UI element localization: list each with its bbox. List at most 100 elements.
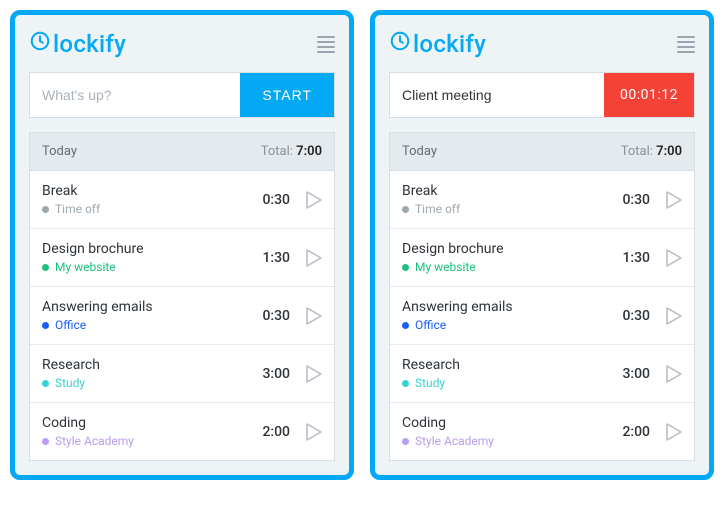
top-bar: lockify (389, 30, 695, 58)
entry-project: Office (402, 318, 622, 332)
project-name: Style Academy (55, 434, 134, 448)
entry-title: Answering emails (402, 299, 622, 315)
project-color-dot-icon (402, 438, 409, 445)
entry-project: Time off (402, 202, 622, 216)
entry-main: Coding Style Academy (42, 415, 262, 448)
entry-title: Break (402, 183, 622, 199)
entries-list: Break Time off 0:30 Design brochure My websi… (389, 170, 695, 461)
entry-main: Answering emails Office (42, 299, 262, 332)
app-logo: lockify (389, 30, 486, 58)
project-name: Study (55, 376, 85, 390)
play-icon[interactable] (666, 365, 682, 383)
project-name: Study (415, 376, 445, 390)
project-color-dot-icon (42, 380, 49, 387)
entry-main: Break Time off (42, 183, 262, 216)
day-label: Today (42, 144, 77, 159)
entry-row[interactable]: Coding Style Academy 2:00 (30, 402, 334, 460)
entry-main: Design brochure My website (402, 241, 622, 274)
entry-project: Time off (42, 202, 262, 216)
project-name: My website (415, 260, 476, 274)
running-timer[interactable]: 00:01:12 (604, 73, 694, 117)
entry-project: My website (42, 260, 262, 274)
project-color-dot-icon (42, 264, 49, 271)
entry-title: Design brochure (402, 241, 622, 257)
tracker-input-row: 00:01:12 (389, 72, 695, 118)
app-panel: lockify 00:01:12 Today Total: 7:00 Break Time… (370, 10, 714, 480)
app-logo: lockify (29, 30, 126, 58)
project-color-dot-icon (42, 206, 49, 213)
menu-icon[interactable] (317, 36, 335, 53)
entry-duration: 1:30 (622, 250, 650, 266)
entry-row[interactable]: Design brochure My website1:30 (30, 228, 334, 286)
entry-duration: 0:30 (622, 192, 650, 208)
total-value: 7:00 (296, 144, 322, 159)
entry-duration: 0:30 (262, 192, 290, 208)
entry-row[interactable]: Research Study 3:00 (30, 344, 334, 402)
entry-title: Coding (42, 415, 262, 431)
entry-project: Style Academy (402, 434, 622, 448)
clock-icon (29, 30, 51, 58)
entry-title: Design brochure (42, 241, 262, 257)
entry-project: Study (402, 376, 622, 390)
entry-duration: 3:00 (262, 366, 290, 382)
task-input[interactable] (30, 73, 240, 117)
brand-text: lockify (413, 30, 486, 58)
entry-project: Style Academy (42, 434, 262, 448)
project-color-dot-icon (402, 206, 409, 213)
brand-text: lockify (53, 30, 126, 58)
entry-row[interactable]: Answering emails Office 0:30 (390, 286, 694, 344)
entry-main: Research Study (42, 357, 262, 390)
top-bar: lockify (29, 30, 335, 58)
start-button[interactable]: START (240, 73, 334, 117)
entry-row[interactable]: Answering emailsOffice0:30 (30, 286, 334, 344)
entry-project: My website (402, 260, 622, 274)
entry-duration: 0:30 (622, 308, 650, 324)
day-label: Today (402, 144, 437, 159)
entry-row[interactable]: Coding Style Academy 2:00 (390, 402, 694, 460)
project-name: Office (415, 318, 446, 332)
play-icon[interactable] (306, 249, 322, 267)
entry-row[interactable]: Design brochure My website 1:30 (390, 228, 694, 286)
day-total: Total: 7:00 (261, 144, 322, 159)
entries-list: Break Time off 0:30 Design brochure My websi… (29, 170, 335, 461)
entry-main: Research Study (402, 357, 622, 390)
entry-title: Research (402, 357, 622, 373)
entry-title: Answering emails (42, 299, 262, 315)
project-name: Time off (415, 202, 460, 216)
entry-title: Break (42, 183, 262, 199)
entry-duration: 2:00 (622, 424, 650, 440)
project-color-dot-icon (402, 264, 409, 271)
entry-main: Break Time off (402, 183, 622, 216)
entry-row[interactable]: Research Study 3:00 (390, 344, 694, 402)
play-icon[interactable] (666, 423, 682, 441)
play-icon[interactable] (666, 249, 682, 267)
entry-duration: 1:30 (262, 250, 290, 266)
entry-duration: 3:00 (622, 366, 650, 382)
play-icon[interactable] (666, 307, 682, 325)
entry-row[interactable]: Break Time off 0:30 (390, 170, 694, 228)
entry-project: Office (42, 318, 262, 332)
task-input[interactable] (390, 73, 604, 117)
project-name: Time off (55, 202, 100, 216)
entry-title: Research (42, 357, 262, 373)
play-icon[interactable] (666, 191, 682, 209)
day-total: Total: 7:00 (621, 144, 682, 159)
day-header: Today Total: 7:00 (29, 132, 335, 170)
total-label: Total: (621, 144, 653, 159)
play-icon[interactable] (306, 191, 322, 209)
play-icon[interactable] (306, 365, 322, 383)
project-name: Style Academy (415, 434, 494, 448)
entry-main: Design brochure My website (42, 241, 262, 274)
play-icon[interactable] (306, 307, 322, 325)
menu-icon[interactable] (677, 36, 695, 53)
entry-row[interactable]: Break Time off 0:30 (30, 170, 334, 228)
project-color-dot-icon (42, 322, 49, 329)
play-icon[interactable] (306, 423, 322, 441)
entry-main: Coding Style Academy (402, 415, 622, 448)
tracker-input-row: START (29, 72, 335, 118)
entry-duration: 2:00 (262, 424, 290, 440)
entry-title: Coding (402, 415, 622, 431)
day-header: Today Total: 7:00 (389, 132, 695, 170)
project-color-dot-icon (402, 380, 409, 387)
project-color-dot-icon (42, 438, 49, 445)
